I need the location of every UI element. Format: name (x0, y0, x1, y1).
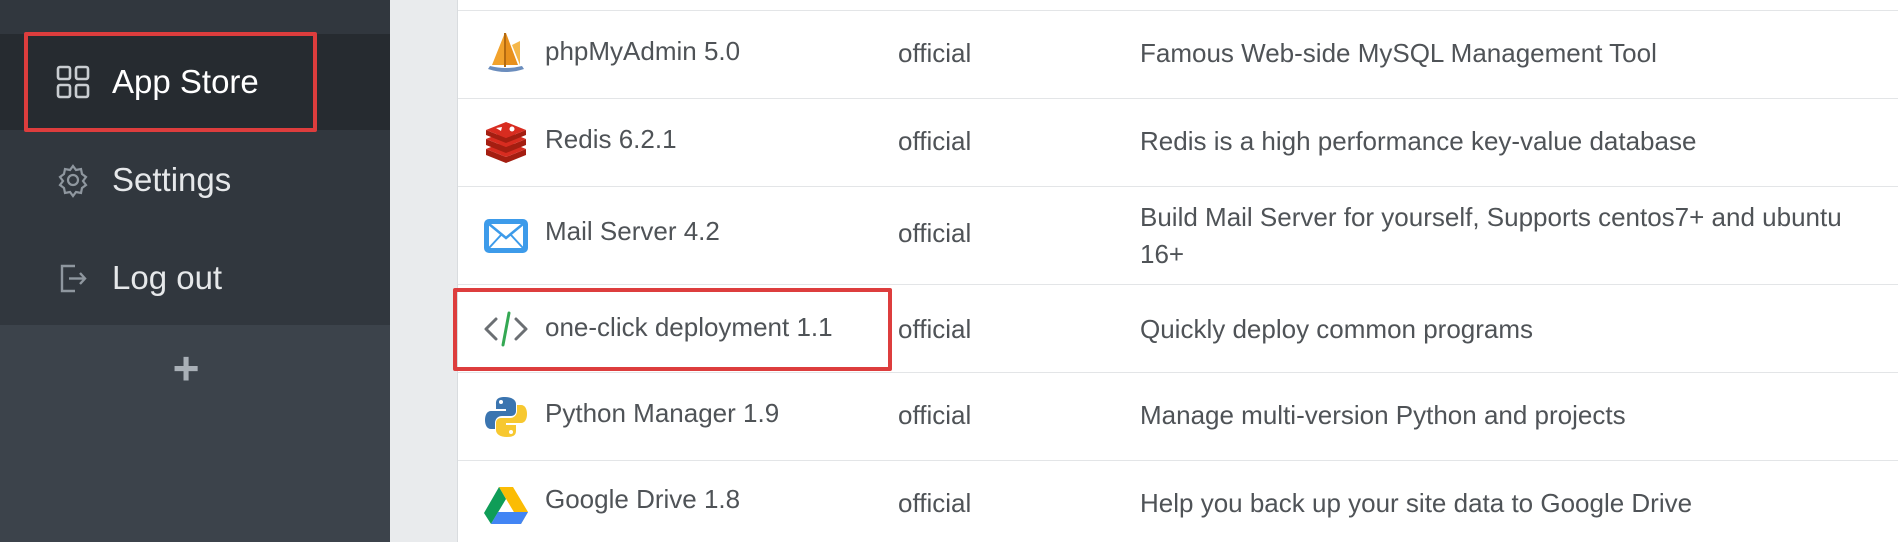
add-button[interactable]: + (163, 345, 209, 391)
gear-icon (55, 162, 91, 198)
table-row[interactable]: Google Drive 1.8 official Help you back … (458, 461, 1898, 542)
sidebar-item-label: App Store (112, 63, 259, 100)
sidebar-item-label: Log out (112, 259, 223, 296)
app-name[interactable]: one-click deployment 1.1 (545, 309, 833, 346)
python-icon (482, 393, 530, 441)
app-type: official (898, 314, 972, 344)
app-type: official (898, 218, 972, 248)
mail-envelope-icon (482, 212, 530, 260)
sidebar-menu: App Store Settings Log out (0, 0, 390, 325)
table-row[interactable]: Python Manager 1.9 official Manage multi… (458, 373, 1898, 461)
app-type: official (898, 400, 972, 430)
table-row[interactable]: phpMyAdmin 5.0 official Famous Web-side … (458, 11, 1898, 99)
sidebar-item-label: Settings (112, 161, 232, 198)
app-description: Help you back up your site data to Googl… (1140, 488, 1693, 518)
app-store-grid-icon (55, 64, 91, 100)
sidebar-item-settings[interactable]: Settings (0, 132, 390, 228)
app-description: Quickly deploy common programs (1140, 314, 1534, 344)
app-name[interactable]: Redis 6.2.1 (545, 121, 677, 158)
redis-icon (482, 119, 530, 167)
logout-icon (55, 260, 91, 296)
code-brackets-icon (482, 305, 530, 353)
app-name[interactable]: Google Drive 1.8 (545, 481, 740, 518)
app-description: Famous Web-side MySQL Management Tool (1140, 38, 1657, 68)
app-type: official (898, 126, 972, 156)
phpmyadmin-sailboat-icon (482, 29, 530, 77)
app-type: official (898, 38, 972, 68)
app-name[interactable]: Mail Server 4.2 (545, 213, 720, 250)
sidebar-item-logout[interactable]: Log out (0, 230, 390, 326)
app-table: phpMyAdmin 5.0 official Famous Web-side … (457, 0, 1898, 542)
table-row[interactable]: Mail Server 4.2 official Build Mail Serv… (458, 187, 1898, 285)
sidebar-item-app-store[interactable]: App Store (0, 34, 390, 130)
table-row[interactable]: one-click deployment 1.1 official Quickl… (458, 285, 1898, 373)
sidebar: App Store Settings Log out + (0, 0, 390, 542)
app-description: Build Mail Server for yourself, Supports… (1140, 202, 1842, 269)
main-content: phpMyAdmin 5.0 official Famous Web-side … (390, 0, 1898, 542)
app-name[interactable]: phpMyAdmin 5.0 (545, 33, 740, 70)
table-row[interactable]: Redis 6.2.1 official Redis is a high per… (458, 99, 1898, 187)
app-description: Redis is a high performance key-value da… (1140, 126, 1697, 156)
app-description: Manage multi-version Python and projects (1140, 400, 1626, 430)
app-type: official (898, 488, 972, 518)
app-name[interactable]: Python Manager 1.9 (545, 395, 779, 432)
google-drive-icon (482, 481, 530, 529)
